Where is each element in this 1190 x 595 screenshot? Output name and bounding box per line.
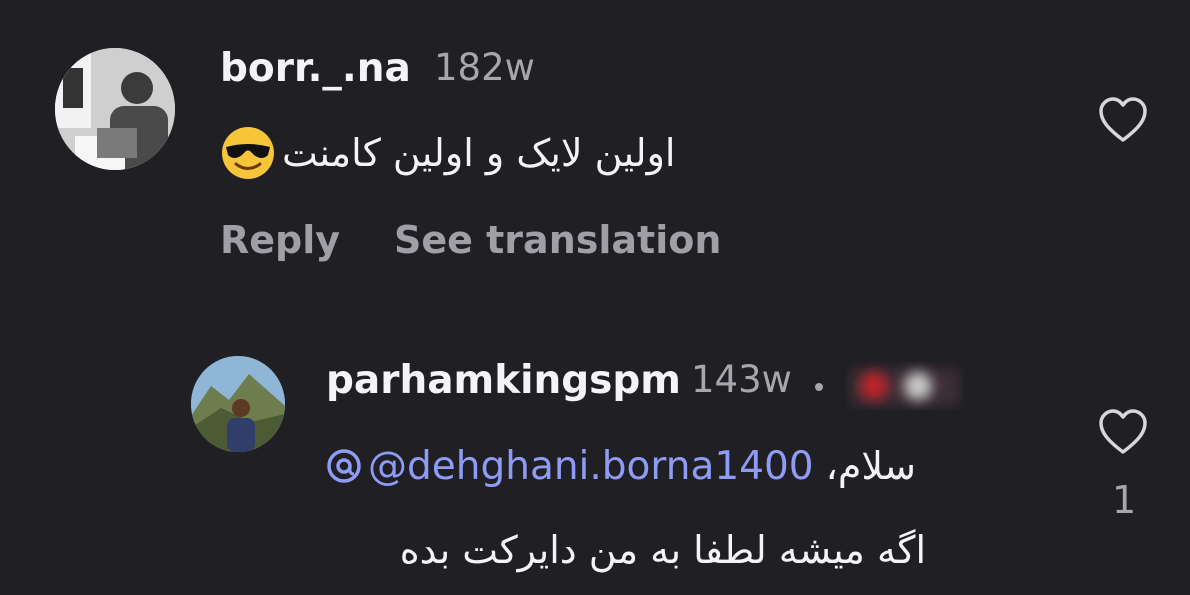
reply-username[interactable]: parhamkingspm [326,358,681,403]
mention-link[interactable]: @dehghani.borna1400 [326,444,814,489]
avatar-parhamkingspm[interactable] [191,356,285,452]
reply-timestamp: 143w [691,358,792,401]
reply-second-line: اگه میشه لطفا به من دایرکت بده [326,522,926,578]
threads-icon [327,449,361,483]
like-heart-icon[interactable] [1097,408,1149,456]
reply-greeting: سلام، [825,444,916,488]
comment-body: اولین لایک و اولین کامنت [220,122,760,184]
comment-username[interactable]: borr._.na [220,46,411,91]
comment-timestamp: 182w [434,46,535,89]
comment-text: اولین لایک و اولین کامنت [282,131,676,175]
like-heart-icon[interactable] [1097,96,1149,144]
like-count: 1 [1112,478,1137,522]
mention-text[interactable]: @dehghani.borna1400 [368,444,814,489]
reply-text: اگه میشه لطفا به من دایرکت بده [399,528,926,572]
see-translation-button[interactable]: See translation [394,218,721,262]
sunglasses-emoji-icon [222,127,274,179]
reply-first-line: @dehghani.borna1400 سلام، [326,440,986,492]
avatar-borr-na[interactable] [55,48,175,170]
separator-dot [815,383,823,391]
blurred-badge [850,368,960,406]
reply-button[interactable]: Reply [220,218,340,262]
